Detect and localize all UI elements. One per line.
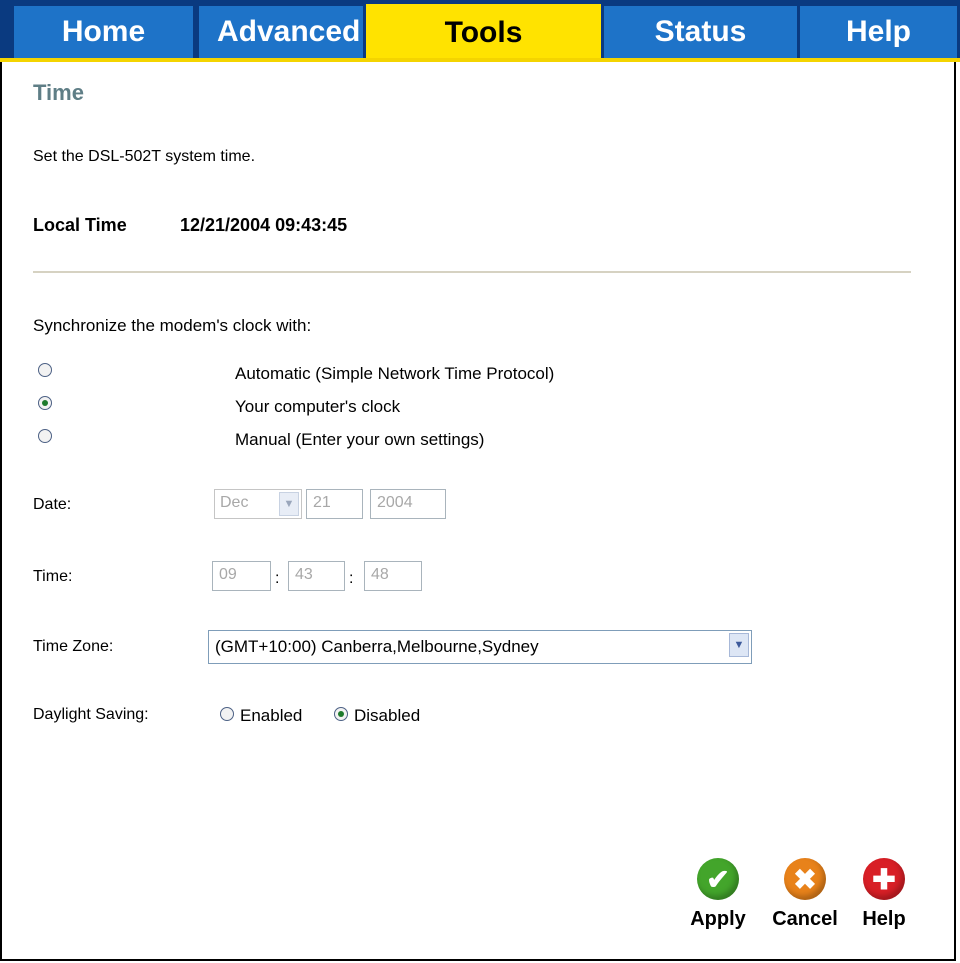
close-icon: ✖ [784,858,826,900]
timezone-label: Time Zone: [33,638,114,655]
top-navigation: Home Advanced Tools Status Help [0,0,960,62]
checkmark-icon: ✔ [697,858,739,900]
time-minute-input[interactable]: 43 [288,561,345,591]
tab-status[interactable]: Status [604,6,800,58]
daylight-enabled-label[interactable]: Enabled [240,706,302,726]
time-colon: : [349,570,354,587]
date-month-select[interactable]: Dec ▼ [214,489,302,519]
nav-underline [0,58,960,62]
tab-home[interactable]: Home [14,6,196,58]
date-day-input[interactable]: 21 [306,489,363,519]
tab-advanced[interactable]: Advanced [199,6,366,58]
date-label: Date: [33,496,72,513]
timezone-select[interactable]: (GMT+10:00) Canberra,Melbourne,Sydney ▼ [208,630,752,664]
tab-help[interactable]: Help [800,6,960,58]
plus-icon: ✚ [863,858,905,900]
sync-heading: Synchronize the modem's clock with: [33,316,312,335]
page-frame [0,0,956,961]
help-label: Help [862,908,906,930]
chevron-down-icon: ▼ [279,492,299,516]
time-label: Time: [33,568,73,585]
cancel-button[interactable]: ✖ Cancel [764,858,846,931]
sync-label-computer-clock[interactable]: Your computer's clock [235,397,400,417]
sync-radio-automatic[interactable] [38,363,52,377]
sync-radio-manual[interactable] [38,429,52,443]
time-hour-input[interactable]: 09 [212,561,271,591]
sync-label-manual[interactable]: Manual (Enter your own settings) [235,430,484,450]
intro-text: Set the DSL-502T system time. [33,148,256,165]
apply-label: Apply [690,908,746,930]
help-button[interactable]: ✚ Help [854,858,914,931]
sync-radio-computer-clock[interactable] [38,396,52,410]
daylight-disabled-radio[interactable] [334,707,348,721]
daylight-enabled-radio[interactable] [220,707,234,721]
time-second-input[interactable]: 48 [364,561,422,591]
chevron-down-icon: ▼ [729,633,749,657]
cancel-label: Cancel [772,908,838,930]
daylight-saving-label: Daylight Saving: [33,706,149,723]
daylight-disabled-label[interactable]: Disabled [354,706,420,726]
timezone-value: (GMT+10:00) Canberra,Melbourne,Sydney [215,637,539,656]
time-colon: : [275,570,280,587]
date-month-value: Dec [220,494,249,511]
date-year-input[interactable]: 2004 [370,489,446,519]
divider [33,271,911,273]
sync-label-automatic[interactable]: Automatic (Simple Network Time Protocol) [235,364,554,384]
apply-button[interactable]: ✔ Apply [684,858,752,931]
local-time-value: 12/21/2004 09:43:45 [180,215,348,235]
tab-tools[interactable]: Tools [366,4,604,62]
local-time-label: Local Time [33,215,127,235]
page-title: Time [33,80,84,105]
